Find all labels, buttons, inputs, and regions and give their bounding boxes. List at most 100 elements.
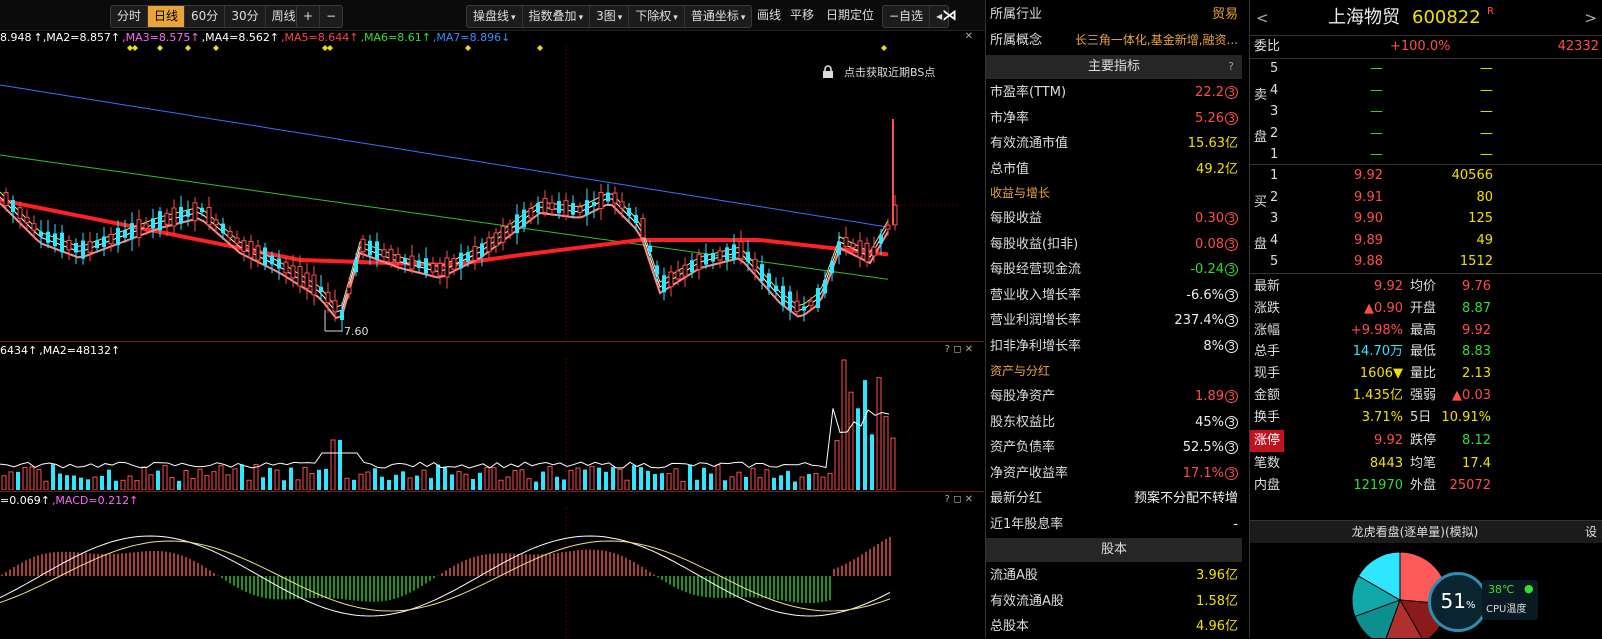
volume-bar — [387, 479, 391, 490]
book-row[interactable]: 1 9.92 40566 — [1250, 165, 1602, 186]
industry-row: 所属行业 贸易 — [986, 2, 1242, 27]
candle-up — [451, 258, 457, 270]
volume-bar — [834, 440, 840, 490]
candle-down — [704, 253, 708, 265]
volume-chart[interactable] — [0, 358, 960, 490]
candle-up — [486, 237, 492, 253]
indicator-row[interactable]: 每股收益 0.30 3 — [986, 206, 1242, 231]
indicator-row[interactable]: 营业利润增长率 237.4% 3 — [986, 308, 1242, 333]
volume-bar — [541, 471, 545, 490]
candle-down — [816, 288, 820, 308]
volume-bar — [1, 475, 7, 490]
candle-down — [200, 207, 204, 213]
draw-line-button[interactable]: 画线 — [757, 5, 781, 26]
candle-down — [221, 223, 225, 234]
watchlist-button[interactable]: −自选 — [883, 6, 929, 27]
book-row[interactable]: 4 — — — [1250, 80, 1602, 101]
stat-value: 1.435亿 — [1352, 388, 1403, 403]
zoom-out-button[interactable]: − — [319, 6, 342, 27]
industry-value[interactable]: 贸易 — [1212, 2, 1238, 27]
indicator-row[interactable]: 总市值 49.2亿 — [986, 157, 1242, 182]
volume-bar — [772, 477, 776, 490]
zoom-in-button[interactable]: + — [297, 6, 319, 27]
volume-bar — [526, 478, 532, 490]
indicator-row[interactable]: 有效流通A股 1.58亿 — [986, 589, 1242, 614]
indicator-row[interactable]: 股东权益比 45% 3 — [986, 410, 1242, 435]
stat-label: 5日 — [1410, 409, 1432, 425]
volume-bar — [162, 465, 168, 490]
book-price: 9.92 — [1354, 168, 1383, 183]
indicator-row[interactable]: 扣非净利增长率 8% 3 — [986, 334, 1242, 359]
indicator-row[interactable]: 市盈率(TTM) 22.2 3 — [986, 80, 1242, 105]
price-pane-close-icon[interactable]: ✕ — [965, 31, 973, 42]
candle-up — [241, 240, 247, 252]
volume-bar — [463, 473, 469, 490]
indicator-row[interactable]: 总股本 4.96亿 — [986, 614, 1242, 639]
book-row[interactable]: 1 — — — [1250, 144, 1602, 165]
pan-button[interactable]: 平移 — [790, 5, 814, 26]
period-tab-0[interactable]: 分时 — [111, 6, 147, 27]
indicator-label: 流通A股 — [990, 568, 1038, 583]
next-stock-button[interactable]: > — [1584, 5, 1597, 31]
help-icon[interactable]: ? — [1228, 55, 1234, 79]
legend-item: ,MA4=8.562↑ — [201, 31, 280, 44]
volume-bar — [274, 469, 280, 490]
growth-section-title: 收益与增长 — [990, 186, 1051, 200]
book-row[interactable]: 3 — — — [1250, 101, 1602, 122]
settings-button[interactable]: 设 — [1585, 521, 1597, 543]
indicator-row[interactable]: 每股经营现金流 -0.24 3 — [986, 257, 1242, 282]
indicator-row[interactable]: 净资产收益率 17.1% 3 — [986, 461, 1242, 486]
volume-pane-controls[interactable]: ? ◻ ✕ — [945, 344, 973, 355]
indicator-row[interactable]: 资产负债率 52.5% 3 — [986, 435, 1242, 460]
indicator-row[interactable]: 有效流通市值 15.63亿 — [986, 131, 1242, 156]
volume-bar — [863, 380, 867, 490]
candle-up — [598, 191, 604, 210]
volume-bar — [547, 465, 553, 490]
stat-label: 内盘 — [1254, 478, 1281, 493]
tool-dropdown-2[interactable]: 3图 ▾ — [589, 6, 628, 27]
bs-marker-icon — [465, 45, 471, 51]
book-level: 5 — [1270, 254, 1279, 269]
stat-value: 8.83 — [1462, 344, 1491, 360]
candle-up — [696, 253, 702, 270]
book-row[interactable]: 4 9.89 49 — [1250, 230, 1602, 251]
tool-dropdown-0[interactable]: 操盘线 ▾ — [467, 6, 522, 27]
cpu-label: CPU温度 — [1486, 604, 1527, 615]
tool-dropdown-3[interactable]: 下除权 ▾ — [628, 6, 684, 27]
nav-end-icon[interactable]: ⋊ — [942, 5, 957, 26]
book-row[interactable]: 2 9.91 80 — [1250, 187, 1602, 208]
macd-chart[interactable] — [0, 508, 960, 638]
date-locate-button[interactable]: 日期定位 — [826, 5, 874, 26]
low-price-label: 7.60 — [344, 325, 369, 338]
tool-selector: 操盘线 ▾ 指数叠加 ▾ 3图 ▾ 下除权 ▾ 普通坐标 ▾ — [466, 5, 753, 28]
indicator-row[interactable]: 市净率 5.26 3 — [986, 106, 1242, 131]
volume-bar — [183, 470, 189, 490]
book-row[interactable]: 5 — — — [1250, 58, 1602, 79]
period-tab-1[interactable]: 日线 — [147, 6, 185, 27]
indicator-label: 每股收益 — [990, 211, 1043, 226]
tool-dropdown-1[interactable]: 指数叠加 ▾ — [521, 6, 590, 27]
book-row[interactable]: 2 — — — [1250, 123, 1602, 144]
period-tab-2[interactable]: 60分 — [184, 6, 224, 27]
book-row[interactable]: 5 9.88 1512 — [1250, 251, 1602, 272]
indicator-row[interactable]: 近1年股息率 - — [986, 512, 1242, 537]
bs-point-prompt[interactable]: 点击获取近期BS点 — [822, 64, 935, 80]
candlestick-chart[interactable]: 7.60 — [0, 45, 960, 341]
candle-down — [515, 214, 519, 234]
candle-up — [17, 207, 23, 219]
tool-dropdown-4[interactable]: 普通坐标 ▾ — [683, 6, 752, 27]
indicator-row[interactable]: 流通A股 3.96亿 — [986, 563, 1242, 588]
indicator-row[interactable]: 每股收益(扣非) 0.08 3 — [986, 232, 1242, 257]
concept-value[interactable]: 长三角一体化,基金新增,融资... — [1075, 28, 1238, 53]
period-tab-3[interactable]: 30分 — [224, 6, 264, 27]
prev-stock-button[interactable]: < — [1256, 5, 1269, 31]
indicator-row[interactable]: 最新分红 预案不分配不转增 — [986, 486, 1242, 511]
indicator-number: -0.24 — [1190, 262, 1224, 277]
indicator-row[interactable]: 每股净资产 1.89 3 — [986, 384, 1242, 409]
stat-value: 10.91% — [1441, 409, 1491, 425]
stat-row: 笔数 8443 均笔 17.4 — [1250, 453, 1602, 475]
indicator-row[interactable]: 营业收入增长率 -6.6% 3 — [986, 283, 1242, 308]
macd-pane-controls[interactable]: ? ◻ ✕ — [945, 494, 973, 505]
indicator-value: 0.08 3 — [1195, 232, 1238, 257]
book-row[interactable]: 3 9.90 125 — [1250, 208, 1602, 229]
